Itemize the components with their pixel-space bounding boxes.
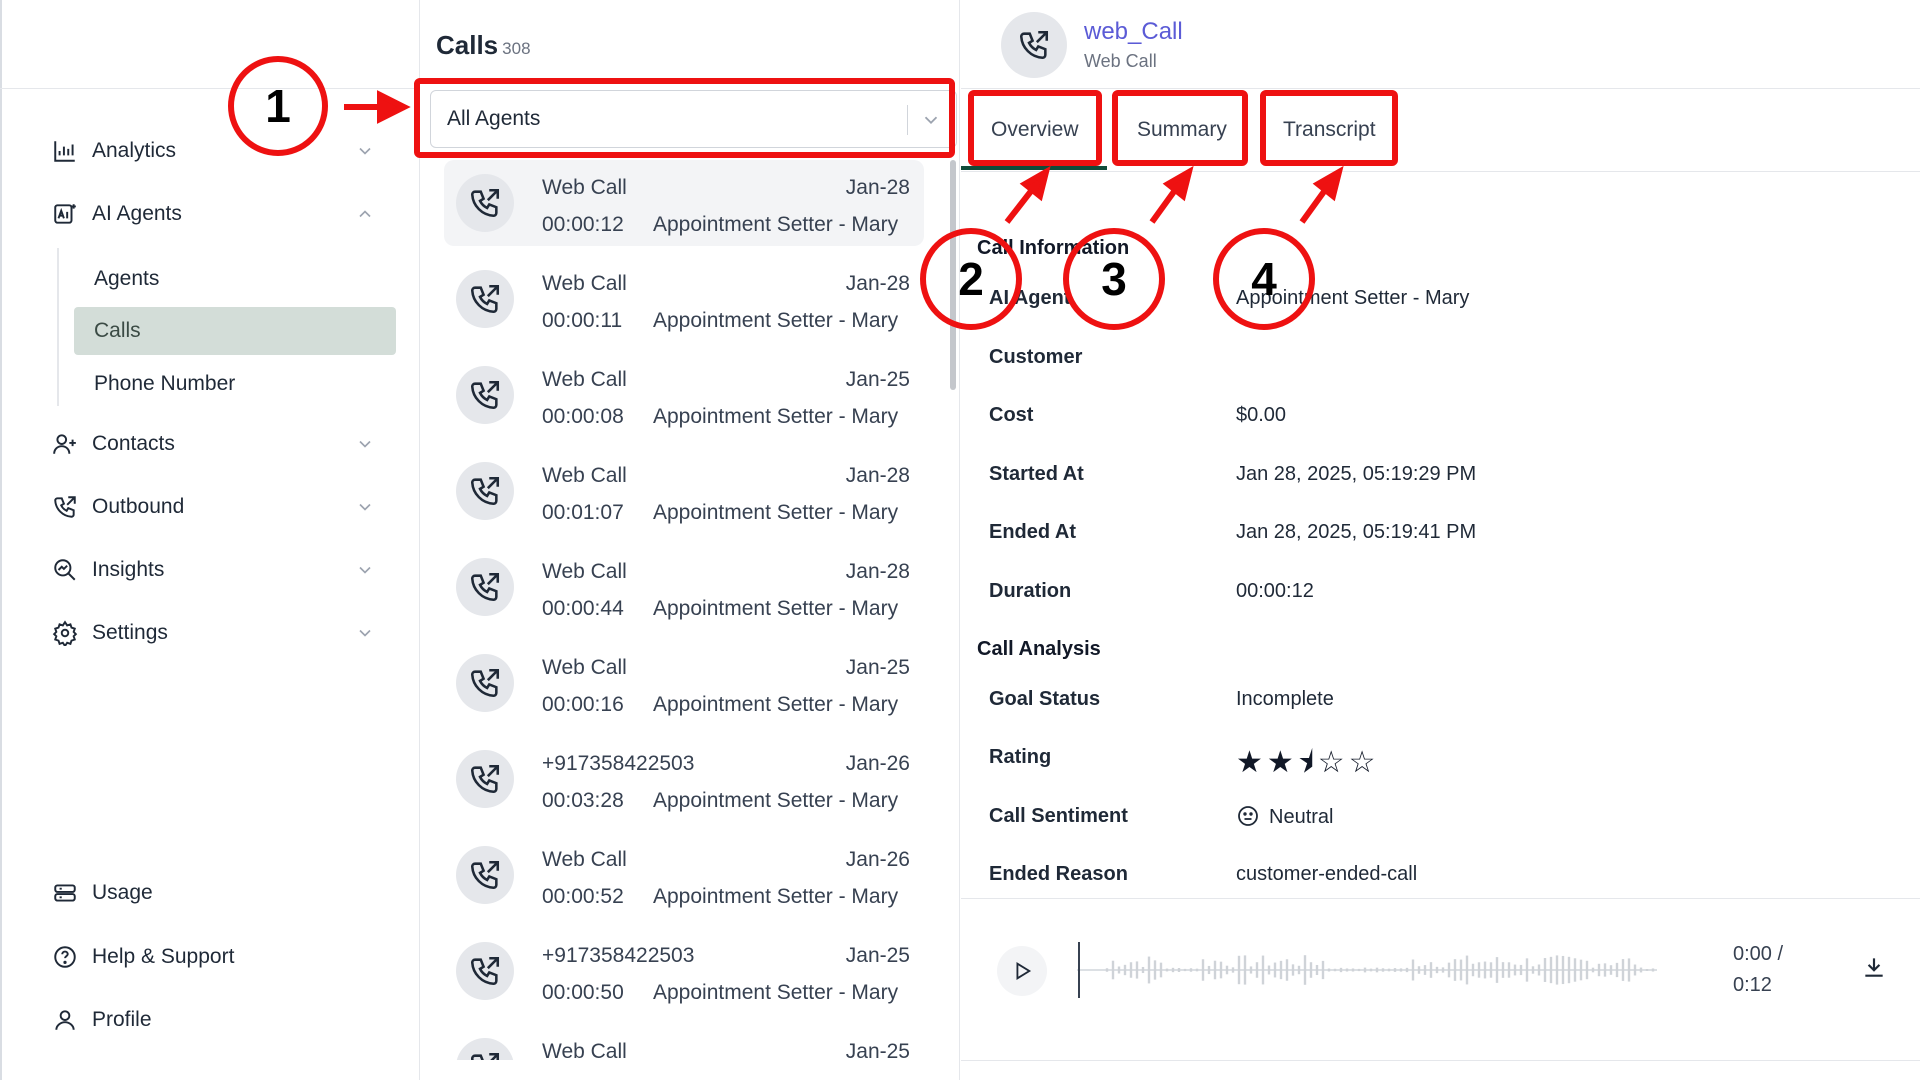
annotation-arrows — [344, 90, 1344, 224]
